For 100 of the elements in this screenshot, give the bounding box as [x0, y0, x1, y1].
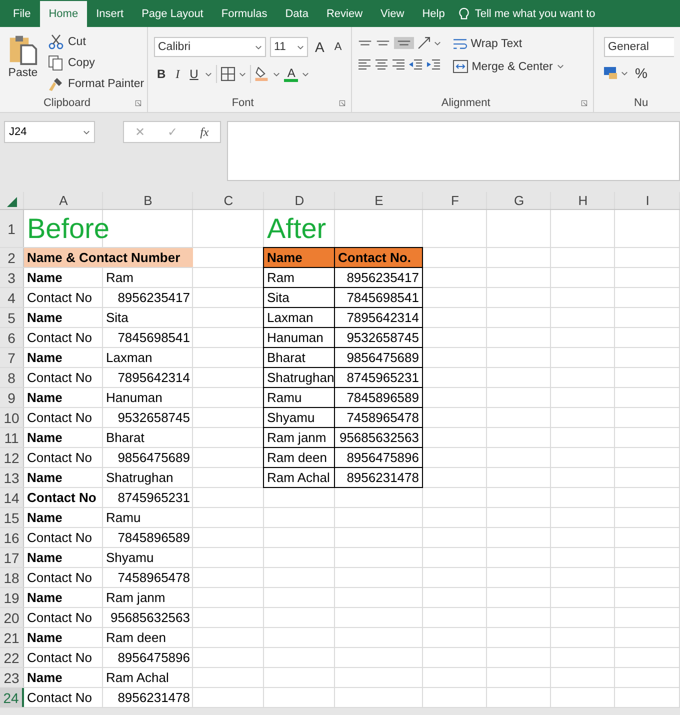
row-header[interactable]: 10	[0, 408, 24, 427]
table-cell-text: Ram Achal	[105, 669, 170, 687]
tell-me-search[interactable]: Tell me what you want to	[474, 8, 596, 20]
caret-icon	[205, 72, 212, 76]
ribbon-tab[interactable]: Review	[317, 0, 372, 27]
row-header[interactable]: 24	[0, 688, 24, 707]
row-header[interactable]: 17	[0, 548, 24, 567]
row-header[interactable]: 11	[0, 428, 24, 447]
column-header[interactable]: G	[487, 192, 551, 209]
table-cell-text: Contact No	[26, 409, 94, 427]
format-painter-button[interactable]: Format Painter	[46, 75, 146, 93]
column-header[interactable]: A	[24, 192, 103, 209]
row-header[interactable]: 6	[0, 328, 24, 347]
ribbon-tab[interactable]: Page Layout	[132, 0, 212, 27]
dialog-launcher-icon	[338, 98, 347, 108]
shrink-font-button[interactable]: A	[331, 41, 345, 53]
cut-button[interactable]: Cut	[46, 33, 146, 51]
table-cell: Ram Achal	[263, 467, 335, 488]
decrease-indent-icon	[408, 59, 423, 70]
italic-button[interactable]: I	[172, 66, 183, 82]
row-header[interactable]: 7	[0, 348, 24, 367]
bold-button[interactable]: B	[154, 67, 169, 81]
ribbon-tab[interactable]: Formulas	[212, 0, 276, 27]
row-header[interactable]: 23	[0, 668, 24, 687]
table-cell-text: Contact No	[26, 369, 94, 387]
font-name-field[interactable]: Calibri	[154, 37, 266, 57]
name-box[interactable]: J24	[4, 121, 95, 143]
caret-icon	[255, 44, 262, 50]
table-cell-text: Name	[26, 269, 64, 287]
align-bottom-icon	[396, 40, 411, 46]
clipboard-icon	[8, 33, 38, 65]
grow-font-button[interactable]: A	[312, 39, 328, 55]
caret-icon	[434, 40, 441, 46]
row-header[interactable]: 18	[0, 568, 24, 587]
caret-icon	[83, 130, 90, 134]
table-cell-text: Contact No	[26, 489, 98, 507]
table-cell-text: Contact No	[26, 529, 94, 547]
table-cell: Name & Contact Number	[24, 248, 193, 267]
table-cell-text: 8956231478	[116, 689, 191, 707]
column-header[interactable]: I	[615, 192, 680, 209]
ribbon-tab[interactable]: Home	[40, 1, 88, 27]
row-header[interactable]: 20	[0, 608, 24, 627]
align-middle-icon	[376, 40, 390, 46]
row-header[interactable]: 1	[0, 210, 24, 247]
number-format-field[interactable]: General	[604, 37, 674, 57]
column-header[interactable]: B	[103, 192, 193, 209]
caret-icon	[302, 72, 310, 76]
underline-button[interactable]: U	[186, 67, 202, 81]
copy-icon	[48, 55, 64, 71]
row-header[interactable]: 19	[0, 588, 24, 607]
ribbon-tab[interactable]: File	[4, 0, 40, 27]
table-cell-text: 9532658745	[116, 409, 191, 427]
column-header[interactable]: D	[264, 192, 335, 209]
table-cell-text: Name	[26, 629, 64, 647]
font-color-button[interactable]: A	[284, 66, 298, 82]
table-cell: Name	[263, 247, 335, 268]
row-header[interactable]: 12	[0, 448, 24, 467]
column-header[interactable]: H	[551, 192, 615, 209]
insert-function-button[interactable]: fx	[197, 124, 212, 140]
lightbulb-icon	[458, 6, 470, 20]
row-header[interactable]: 15	[0, 508, 24, 527]
merge-center-button[interactable]: Merge & Center	[450, 59, 566, 74]
row-header[interactable]: 16	[0, 528, 24, 547]
merge-cells-icon	[452, 60, 468, 73]
ribbon-tab[interactable]: Data	[276, 0, 318, 27]
row-header[interactable]: 13	[0, 468, 24, 487]
table-cell-text: Name	[26, 509, 64, 527]
row-header[interactable]: 3	[0, 268, 24, 287]
table-cell: Shatrughan	[263, 367, 335, 388]
table-cell-text: After	[266, 212, 328, 246]
row-header[interactable]: 8	[0, 368, 24, 387]
table-cell-text: Contact No	[26, 609, 94, 627]
table-cell-text: Before	[26, 212, 110, 246]
borders-icon	[221, 67, 236, 81]
row-header[interactable]: 5	[0, 308, 24, 327]
paste-button[interactable]: Paste	[6, 33, 40, 94]
table-cell-text: Bharat	[105, 429, 146, 447]
row-header[interactable]: 2	[0, 248, 24, 267]
ribbon-tab[interactable]: Help	[413, 0, 454, 27]
row-header[interactable]: 21	[0, 628, 24, 647]
dialog-launcher-icon	[134, 98, 143, 108]
align-left-icon	[358, 59, 371, 70]
ribbon-tab[interactable]: Insert	[87, 0, 133, 27]
increase-indent-icon	[426, 59, 441, 70]
copy-button[interactable]: Copy	[46, 54, 146, 72]
table-cell-text: 9856475689	[116, 449, 191, 467]
font-size-field[interactable]: 11	[270, 37, 308, 57]
row-header[interactable]: 9	[0, 388, 24, 407]
column-header[interactable]: C	[193, 192, 264, 209]
table-cell-text: Contact No	[26, 689, 94, 707]
percent-button[interactable]: %	[632, 65, 650, 81]
formula-input[interactable]	[227, 121, 680, 181]
row-header[interactable]: 4	[0, 288, 24, 307]
row-header[interactable]: 22	[0, 648, 24, 667]
column-header[interactable]: E	[335, 192, 423, 209]
wrap-text-button[interactable]: Wrap Text	[450, 37, 566, 51]
ribbon-tab[interactable]: View	[372, 0, 414, 27]
table-cell-text: Contact No	[26, 449, 94, 467]
row-header[interactable]: 14	[0, 488, 24, 507]
column-header[interactable]: F	[423, 192, 487, 209]
